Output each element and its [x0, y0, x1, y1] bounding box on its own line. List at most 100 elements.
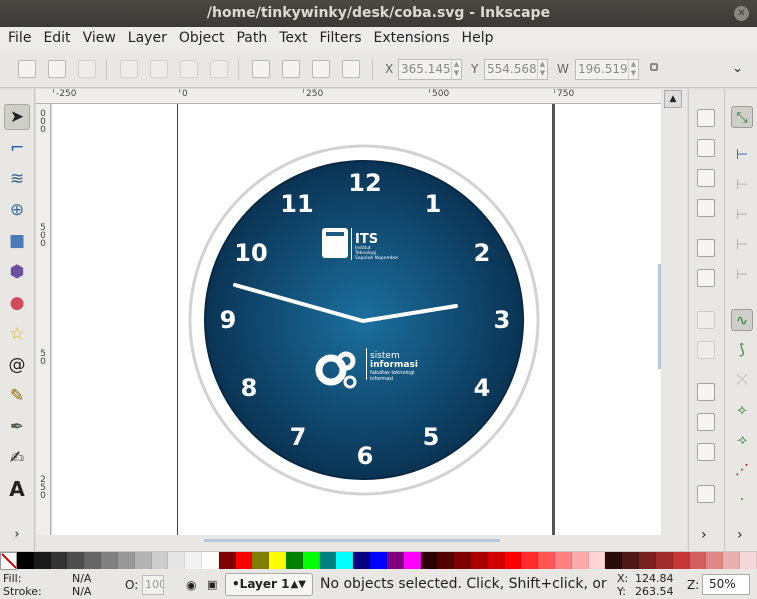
- pencil-tool-icon[interactable]: ✎: [4, 383, 30, 409]
- w-field[interactable]: 196.519 ▲ ▼: [575, 59, 639, 80]
- color-swatch[interactable]: [487, 552, 505, 569]
- lower-to-bottom-icon[interactable]: [252, 60, 270, 78]
- color-swatch[interactable]: [672, 552, 690, 569]
- stroke-value[interactable]: N/A: [72, 585, 91, 598]
- no-paint-swatch[interactable]: [0, 552, 17, 570]
- color-swatch[interactable]: [420, 552, 438, 569]
- color-swatch[interactable]: [151, 552, 169, 569]
- selector-tool-icon[interactable]: ➤: [4, 104, 30, 130]
- menu-help[interactable]: Help: [456, 27, 500, 50]
- color-swatch[interactable]: [538, 552, 555, 569]
- color-swatch[interactable]: [353, 552, 371, 569]
- menu-filters[interactable]: Filters: [314, 27, 368, 50]
- zoom-selection-icon[interactable]: [697, 485, 715, 503]
- color-swatch[interactable]: [370, 552, 387, 569]
- snap-bbox-midpoint-icon[interactable]: ⊢: [731, 234, 753, 256]
- snap-more-icon[interactable]: ›: [737, 527, 743, 543]
- snap-object-center-icon[interactable]: ·: [731, 489, 753, 511]
- select-all-layers-icon[interactable]: [48, 60, 66, 78]
- chevron-down-icon[interactable]: ⌄: [732, 61, 743, 76]
- toolbox-more-icon[interactable]: ›: [4, 521, 30, 547]
- rotate-cw-icon[interactable]: [150, 60, 168, 78]
- select-all-icon[interactable]: [18, 60, 36, 78]
- layer-lock-icon[interactable]: ▣: [207, 578, 217, 591]
- color-swatch[interactable]: [386, 552, 404, 569]
- eye-icon[interactable]: ◉: [186, 578, 196, 592]
- color-swatch[interactable]: [50, 552, 68, 569]
- color-swatch[interactable]: [84, 552, 102, 569]
- pen-tool-icon[interactable]: ✒: [4, 414, 30, 440]
- snap-bbox-edge-icon[interactable]: ⊢: [731, 174, 753, 196]
- open-document-icon[interactable]: [697, 139, 715, 157]
- snap-midpoint-icon[interactable]: ⋰: [731, 459, 753, 481]
- flip-vertical-icon[interactable]: [210, 60, 228, 78]
- calligraphy-tool-icon[interactable]: ✍: [4, 445, 30, 471]
- snap-nodes-icon[interactable]: ∿: [731, 309, 753, 331]
- rectangle-tool-icon[interactable]: ■: [4, 228, 30, 254]
- snap-intersection-icon[interactable]: ⤫: [731, 369, 753, 391]
- fill-value[interactable]: N/A: [72, 572, 91, 585]
- snap-path-icon[interactable]: ⟆: [731, 339, 753, 361]
- commands-more-icon[interactable]: ›: [701, 527, 707, 543]
- horizontal-scroll-thumb[interactable]: [204, 539, 500, 542]
- x-field[interactable]: 365.145 ▲ ▼: [398, 59, 462, 80]
- menu-file[interactable]: File: [2, 27, 37, 50]
- vertical-scroll-thumb[interactable]: [658, 264, 661, 369]
- color-swatch[interactable]: [269, 552, 286, 569]
- drawing-canvas[interactable]: 12 1 2 3 4 5 6 7 8 9 10 11 ITS Institut …: [52, 104, 661, 535]
- opacity-field[interactable]: 100: [142, 575, 164, 595]
- color-swatch[interactable]: [336, 552, 354, 569]
- color-swatch[interactable]: [723, 552, 740, 569]
- y-field[interactable]: 554.568 ▲ ▼: [484, 59, 548, 80]
- raise-to-top-icon[interactable]: [342, 60, 360, 78]
- menu-layer[interactable]: Layer: [122, 27, 173, 50]
- ellipse-tool-icon[interactable]: ●: [4, 290, 30, 316]
- rotate-ccw-icon[interactable]: [120, 60, 138, 78]
- lock-icon[interactable]: [650, 63, 658, 71]
- flip-horizontal-icon[interactable]: [180, 60, 198, 78]
- color-swatch[interactable]: [218, 552, 236, 569]
- color-swatch[interactable]: [67, 552, 85, 569]
- color-swatch[interactable]: [286, 552, 303, 569]
- layer-dropdown[interactable]: •Layer 1 ▲▼: [225, 573, 313, 596]
- snap-bbox-icon[interactable]: ⊢: [731, 144, 753, 166]
- color-swatch[interactable]: [17, 552, 34, 569]
- color-swatch[interactable]: [185, 552, 202, 569]
- save-document-icon[interactable]: [697, 169, 715, 187]
- color-swatch[interactable]: [689, 552, 707, 569]
- new-document-icon[interactable]: [697, 109, 715, 127]
- snap-smooth-icon[interactable]: ⟢: [731, 429, 753, 451]
- color-swatch[interactable]: [201, 552, 219, 569]
- star-tool-icon[interactable]: ☆: [4, 321, 30, 347]
- color-swatch[interactable]: [555, 552, 572, 569]
- menu-edit[interactable]: Edit: [37, 27, 76, 50]
- menu-view[interactable]: View: [77, 27, 122, 50]
- color-swatch[interactable]: [655, 552, 673, 569]
- color-swatch[interactable]: [521, 552, 539, 569]
- color-swatch[interactable]: [605, 552, 623, 569]
- 3d-box-tool-icon[interactable]: ⬢: [4, 259, 30, 285]
- print-icon[interactable]: [697, 199, 715, 217]
- color-swatch[interactable]: [252, 552, 270, 569]
- menu-path[interactable]: Path: [230, 27, 273, 50]
- color-swatch[interactable]: [117, 552, 135, 569]
- color-swatch[interactable]: [739, 552, 757, 569]
- zoom-field[interactable]: 50%: [702, 574, 750, 595]
- color-swatch[interactable]: [235, 552, 253, 569]
- tweak-tool-icon[interactable]: ≋: [4, 166, 30, 192]
- clock-artwork[interactable]: 12 1 2 3 4 5 6 7 8 9 10 11 ITS Institut …: [188, 144, 540, 496]
- redo-icon[interactable]: [697, 341, 715, 359]
- color-swatch[interactable]: [588, 552, 606, 569]
- color-swatch[interactable]: [470, 552, 488, 569]
- color-swatch[interactable]: [622, 552, 640, 569]
- undo-icon[interactable]: [697, 311, 715, 329]
- copy-icon[interactable]: [697, 383, 715, 401]
- color-swatch[interactable]: [33, 552, 51, 569]
- snap-toggle-icon[interactable]: ⤡: [731, 106, 753, 128]
- horizontal-scrollbar[interactable]: [36, 535, 661, 551]
- color-swatch[interactable]: [437, 552, 455, 569]
- color-swatch[interactable]: [571, 552, 589, 569]
- color-swatch[interactable]: [302, 552, 320, 569]
- export-icon[interactable]: [697, 269, 715, 287]
- color-swatch[interactable]: [454, 552, 471, 569]
